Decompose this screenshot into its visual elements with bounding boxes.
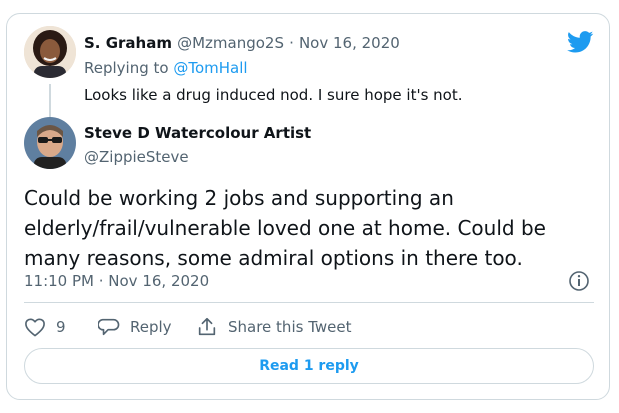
avatar-s-graham[interactable]	[24, 26, 76, 78]
reply-label: Reply	[130, 318, 172, 336]
heart-icon	[25, 318, 45, 337]
tweet-timestamp[interactable]: 11:10 PM · Nov 16, 2020	[24, 272, 209, 290]
reply-author-handle[interactable]: @Mzmango2S	[177, 34, 284, 52]
main-tweet-text: Could be working 2 jobs and supporting a…	[24, 186, 546, 270]
meta-separator: ·	[289, 34, 294, 52]
reply-tweet-text: Looks like a drug induced nod. I sure ho…	[84, 86, 463, 104]
reply-button[interactable]: Reply	[98, 315, 172, 339]
actions-divider	[24, 302, 594, 303]
reply-author-name[interactable]: S. Graham	[84, 34, 172, 52]
read-replies-label: Read 1 reply	[259, 358, 359, 374]
read-replies-button[interactable]: Read 1 reply	[24, 348, 594, 384]
speech-bubble-icon	[98, 318, 120, 336]
replying-to-prefix: Replying to	[84, 59, 169, 77]
main-author-name[interactable]: Steve D Watercolour Artist	[84, 124, 311, 142]
info-icon[interactable]	[568, 270, 590, 292]
thread-connector-line	[49, 84, 51, 118]
replying-to-line: Replying to @TomHall	[84, 59, 248, 77]
share-button[interactable]: Share this Tweet	[196, 315, 351, 339]
like-button[interactable]: 9	[24, 315, 66, 339]
like-count: 9	[56, 318, 66, 336]
main-author-handle[interactable]: @ZippieSteve	[84, 148, 189, 166]
avatar-steve-d[interactable]	[24, 117, 76, 169]
twitter-bird-icon[interactable]	[566, 31, 594, 53]
replying-to-handle[interactable]: @TomHall	[173, 59, 247, 77]
share-label: Share this Tweet	[228, 318, 352, 336]
share-upload-icon	[198, 317, 216, 336]
embedded-tweet-card: S. Graham @Mzmango2S · Nov 16, 2020 Repl…	[6, 13, 610, 400]
reply-tweet-header: S. Graham @Mzmango2S · Nov 16, 2020	[84, 33, 400, 52]
reply-date[interactable]: Nov 16, 2020	[299, 34, 400, 52]
